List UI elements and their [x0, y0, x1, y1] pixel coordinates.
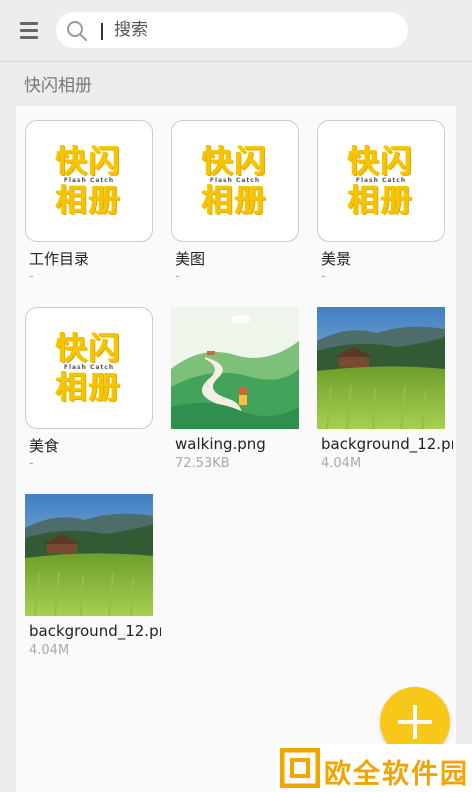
search-box[interactable]	[56, 12, 408, 48]
background-thumbnail	[25, 494, 153, 616]
walking-illustration	[171, 307, 299, 429]
item-name: walking.png	[175, 435, 266, 453]
watermark-logo-icon	[280, 748, 320, 788]
item-name: background_12.png	[29, 622, 161, 640]
item-size: 4.04M	[321, 456, 362, 471]
item-name: 美图	[175, 250, 206, 268]
watermark-text: 欧全软件园	[324, 759, 469, 790]
logo-line1: 快闪	[348, 144, 414, 180]
landscape-image	[25, 494, 153, 616]
logo-line1: 快闪	[56, 144, 122, 180]
item-name: 美景	[321, 250, 352, 268]
background-thumbnail	[317, 307, 445, 429]
item-size: -	[29, 269, 34, 284]
search-icon	[67, 21, 87, 41]
logo-line2: 相册	[202, 183, 268, 219]
item-size: -	[29, 456, 34, 471]
item-name: background_12.png	[321, 435, 453, 453]
album-grid: 快闪 Flash Catch 相册 工作目录 - 快闪 Flash Catch …	[16, 106, 456, 792]
walking-thumbnail	[171, 307, 299, 429]
item-size: -	[321, 269, 326, 284]
text-caret	[101, 23, 103, 40]
item-name: 美食	[29, 437, 60, 455]
top-bar	[0, 0, 472, 60]
header-divider	[0, 61, 472, 62]
album-logo-thumbnail: 快闪 Flash Catch 相册	[171, 120, 299, 242]
logo-line2: 相册	[348, 183, 414, 219]
album-logo-thumbnail: 快闪 Flash Catch 相册	[317, 120, 445, 242]
logo-line2: 相册	[56, 183, 122, 219]
album-logo-thumbnail: 快闪 Flash Catch 相册	[25, 307, 153, 429]
item-size: 72.53KB	[175, 456, 230, 471]
menu-icon[interactable]	[20, 22, 40, 40]
album-logo-thumbnail: 快闪 Flash Catch 相册	[25, 120, 153, 242]
section-title: 快闪相册	[24, 76, 92, 96]
item-size: -	[175, 269, 180, 284]
logo-line1: 快闪	[56, 331, 122, 367]
logo-line1: 快闪	[202, 144, 268, 180]
landscape-image	[317, 307, 445, 429]
item-name: 工作目录	[29, 250, 90, 268]
search-input[interactable]	[114, 18, 334, 42]
logo-line2: 相册	[56, 370, 122, 406]
site-watermark: 欧全软件园	[276, 744, 472, 792]
item-size: 4.04M	[29, 643, 70, 658]
